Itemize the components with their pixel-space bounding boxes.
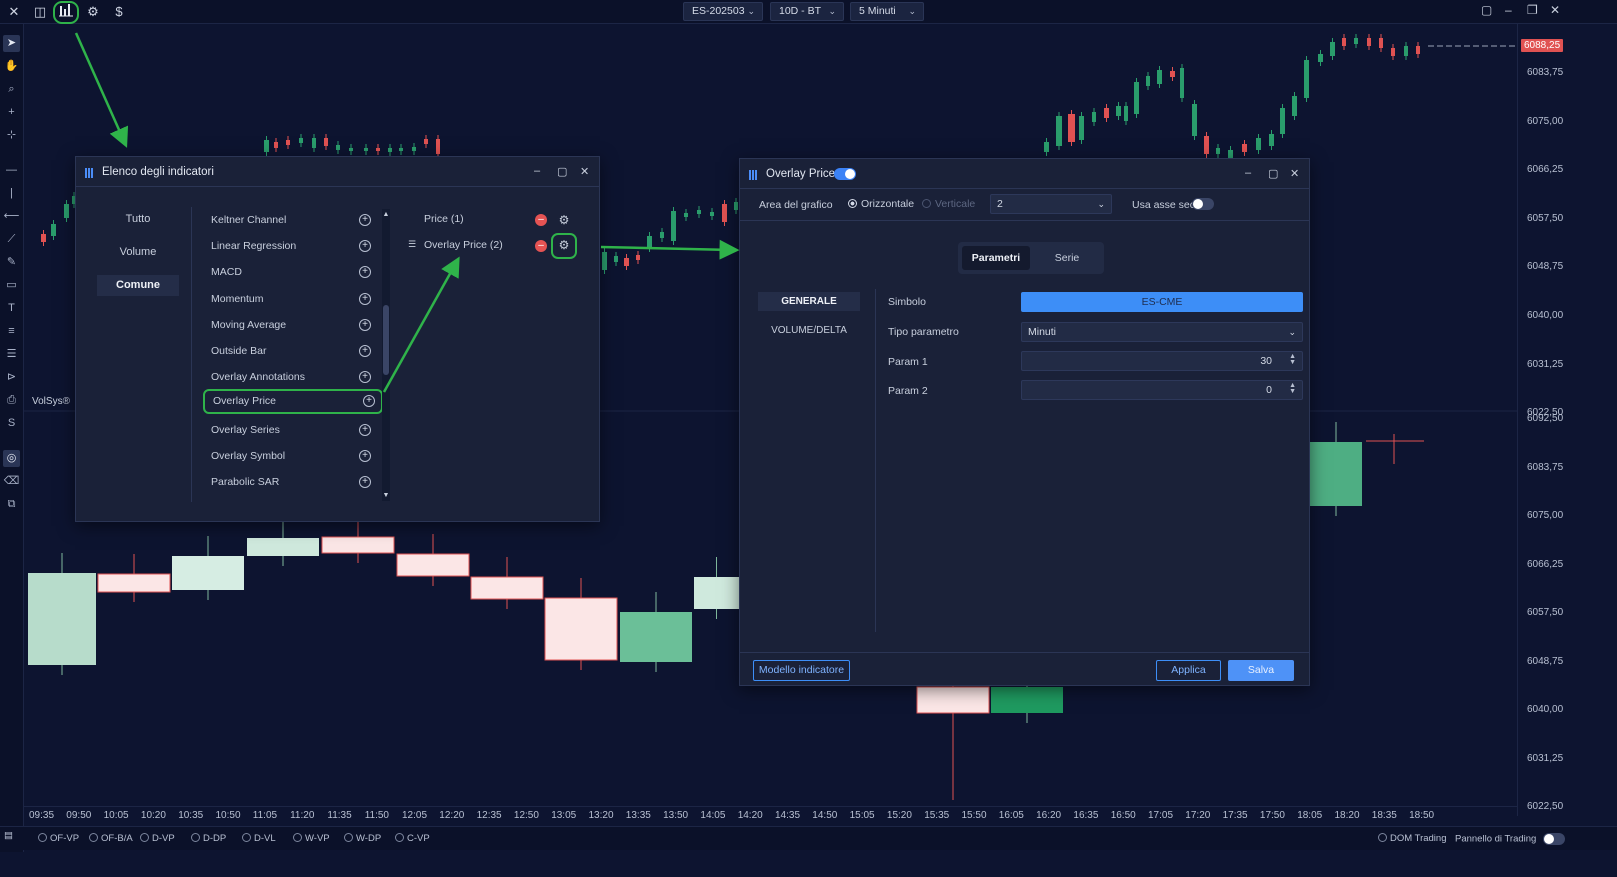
arrow-1 <box>74 32 129 148</box>
arrow-3 <box>600 239 740 260</box>
arrow-2 <box>382 256 460 393</box>
annotation-arrows <box>74 32 740 393</box>
